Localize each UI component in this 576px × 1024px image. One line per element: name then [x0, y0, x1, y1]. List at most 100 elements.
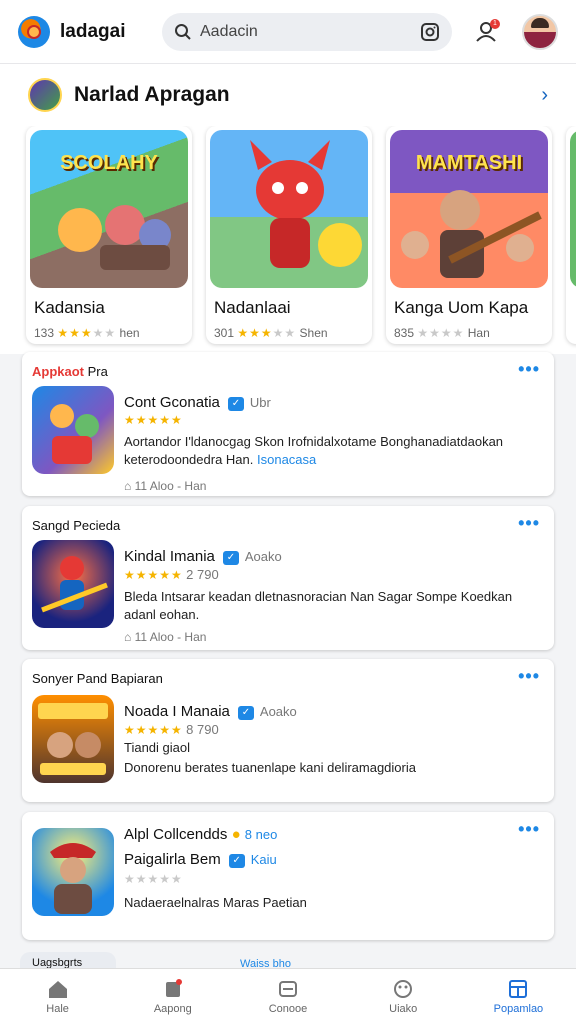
rating-stars: ★★★★★ — [124, 723, 183, 737]
home-icon — [47, 979, 69, 999]
featured-count: 133 — [34, 326, 55, 340]
app-description: Bleda Intsarar keadan dletnasnoracian Na… — [124, 589, 513, 622]
header-label: Appkaot — [32, 364, 84, 379]
notification-button[interactable]: 1 — [472, 17, 502, 47]
app-badge-text: Kaiu — [250, 852, 277, 867]
rating-stars: ★★★★ — [417, 326, 465, 340]
app-description: Nadaeraelnalras Maras Paetian — [124, 895, 307, 910]
more-options-icon[interactable]: ••• — [518, 514, 540, 532]
search-icon — [174, 23, 192, 41]
nav-label: Conooe — [268, 1002, 308, 1015]
featured-count: 835 — [394, 326, 415, 340]
nav-label: Uiako — [389, 1002, 418, 1015]
header-label-rest: Pra — [87, 364, 108, 379]
list-card[interactable]: Sangd Pecieda ••• Kindal Imania ✓ Aoako ★★… — [22, 506, 554, 650]
camera-icon[interactable] — [420, 22, 440, 42]
nav-label: Hale — [46, 1002, 69, 1015]
list-card-header: Sonyer Pand Bapiaran — [32, 671, 163, 686]
featured-carousel[interactable]: SCOLAHY Kadansia 133 ★★★★★ hen Nadanlaai… — [0, 126, 576, 354]
app-name: Noada I Manaia ✓ Aoako — [124, 703, 542, 720]
app-badge-text: Aoako — [259, 704, 297, 719]
app-badge-text: Ubr — [249, 395, 271, 410]
rating-row: ★★★★★ 2 790 — [124, 567, 542, 582]
featured-name: Nadanlaai — [214, 298, 291, 317]
app-description: Donorenu berates tuanenlape kani deliram… — [124, 760, 416, 775]
app-name-text: Kindal Imania — [124, 548, 215, 565]
nav-label: Aapong — [153, 1002, 192, 1015]
more-options-icon[interactable]: ••• — [518, 360, 540, 378]
featured-count: 301 — [214, 326, 235, 340]
app-badge-text: Aoako — [244, 549, 282, 564]
list-card[interactable]: Sonyer Pand Bapiaran ••• Noada I Manaia ✓… — [22, 659, 554, 802]
rating-row: ★★★★★ 8 790 — [124, 722, 542, 737]
user-avatar[interactable] — [522, 13, 558, 50]
nav-games[interactable]: Conooe — [230, 969, 345, 1024]
chevron-right-icon[interactable]: › — [541, 84, 548, 107]
controller-icon — [277, 979, 299, 999]
verified-icon: ✓ — [228, 854, 245, 868]
rating-stars: ★★★★★ — [124, 413, 183, 427]
list-card[interactable]: Appkaot Pra ••• Cont Gconatia ✓ Ubr ★★★★★ … — [22, 352, 554, 496]
game-thumbnail: SCOLAHY — [30, 130, 188, 288]
desc-link[interactable]: Isonacasa — [257, 452, 316, 467]
search-input[interactable]: Aadacin — [200, 23, 412, 41]
rating-stars: ★★★★★ — [57, 326, 117, 340]
rating-stars: ★★★★★ — [124, 872, 183, 886]
rocket-icon — [162, 978, 184, 999]
featured-meta-right: Han — [467, 326, 490, 340]
app-icon — [32, 540, 114, 628]
app-name-extra: 8 neo — [244, 827, 278, 842]
featured-card-peek[interactable] — [566, 126, 576, 344]
rating-text: 8 790 — [186, 722, 219, 737]
library-icon — [507, 979, 529, 999]
app-description: Aortandor I'ldanocgag Skon Irofnidalxota… — [124, 433, 542, 469]
app-name-text: Noada I Manaia — [124, 703, 230, 720]
app-info: Noada I Manaia ✓ Aoako ★★★★★ 8 790 Tiandi … — [124, 703, 542, 777]
search-bar[interactable]: Aadacin — [162, 12, 452, 51]
app-logo-icon[interactable] — [18, 15, 50, 48]
notification-badge: 1 — [490, 18, 500, 29]
more-options-icon[interactable]: ••• — [518, 667, 540, 685]
list-card-header: Appkaot Pra — [32, 364, 108, 379]
rating-text: 2 790 — [186, 567, 219, 582]
rating-stars: ★★★★★ — [124, 568, 183, 582]
bottom-navigation: Hale Aapong Conooe Uiako Popamlao — [0, 968, 576, 1024]
game-thumbnail: MAMTASHI — [390, 130, 548, 288]
section-title: Narlad Apragan — [74, 83, 230, 106]
featured-meta: 835 ★★★★ Han — [394, 326, 548, 340]
footer-text: 11 Aloo - Han — [134, 479, 207, 493]
featured-name: Kadansia — [34, 298, 105, 317]
footer-text: 11 Aloo - Han — [134, 630, 207, 644]
nav-aapong[interactable]: Aapong — [115, 969, 230, 1024]
apps-icon — [392, 979, 414, 999]
app-name-text: Cont Gconatia — [124, 394, 220, 411]
featured-card[interactable]: SCOLAHY Kadansia 133 ★★★★★ hen — [26, 126, 192, 344]
game-thumbnail — [210, 130, 368, 288]
app-name-text: Alpl Collcendds — [124, 826, 228, 843]
coin-icon: ● — [231, 826, 241, 843]
featured-meta: 133 ★★★★★ hen — [34, 326, 188, 340]
featured-meta: 301 ★★★★★ Shen — [214, 326, 368, 340]
nav-apps[interactable]: Uiako — [346, 969, 461, 1024]
nav-label: Popamlao — [493, 1002, 544, 1015]
featured-card[interactable]: Nadanlaai 301 ★★★★★ Shen — [206, 126, 372, 344]
featured-card[interactable]: MAMTASHI Kanga Uom Kapa 835 ★★★★ Han — [386, 126, 552, 344]
app-footer: ⌂ 11 Aloo - Han — [124, 479, 207, 493]
section-avatar-icon — [28, 78, 62, 112]
rating-stars: ★★★★★ — [237, 326, 297, 340]
verified-icon: ✓ — [222, 551, 239, 565]
list-card[interactable]: ••• Alpl Collcendds ● 8 neo Paigalirla B… — [22, 812, 554, 940]
game-thumbnail — [570, 130, 576, 288]
nav-library[interactable]: Popamlao — [461, 969, 576, 1024]
app-name: Cont Gconatia ✓ Ubr — [124, 394, 542, 411]
nav-home[interactable]: Hale — [0, 969, 115, 1024]
featured-name: Kanga Uom Kapa — [394, 298, 529, 317]
brand-name: ladagai — [60, 20, 126, 42]
app-info: Alpl Collcendds ● 8 neo Paigalirla Bem ✓ K… — [124, 826, 542, 912]
app-footer: ⌂ 11 Aloo - Han — [124, 630, 207, 644]
section-header: Narlad Apragan › — [0, 64, 576, 126]
list-card-header: Sangd Pecieda — [32, 518, 121, 533]
featured-meta-right: hen — [119, 326, 140, 340]
app-icon — [32, 828, 114, 916]
app-name: Alpl Collcendds ● 8 neo — [124, 826, 542, 843]
